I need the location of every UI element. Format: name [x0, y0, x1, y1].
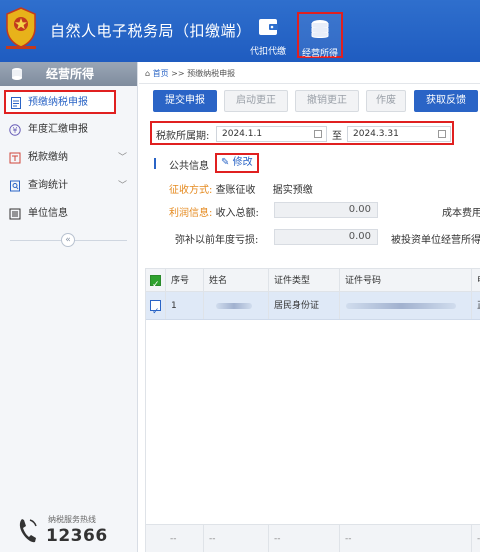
prior-loss-label: 弥补以前年度亏损:	[175, 235, 259, 246]
footer-cell: --	[477, 534, 480, 544]
table-header: 序号 姓名 证件类型 证件号码 申	[146, 268, 480, 292]
sidebar-item-query-stats[interactable]: 查询统计 ﹀	[0, 172, 137, 200]
yen-circle-icon: ¥	[9, 124, 21, 136]
cancel-correction-button[interactable]: 撤销更正	[295, 90, 359, 112]
footer-cell: --	[340, 525, 472, 552]
sidebar-item-unit-info[interactable]: 单位信息	[0, 200, 137, 228]
row-extra: 正	[472, 292, 480, 319]
submit-declaration-button[interactable]: 提交申报	[153, 90, 217, 112]
period-separator: 至	[332, 131, 342, 142]
sidebar-item-annual-declaration[interactable]: ¥ 年度汇缴申报	[0, 116, 137, 144]
app-title: 自然人电子税务局（扣缴端）	[50, 22, 252, 40]
hotline-label: 纳税服务热线	[48, 515, 96, 524]
row-id-number-redacted	[340, 292, 472, 319]
tax-icon	[9, 152, 21, 164]
document-icon	[11, 97, 21, 109]
start-correction-button[interactable]: 启动更正	[224, 90, 288, 112]
levy-method-value: 查账征收	[215, 185, 256, 196]
row-checkbox[interactable]	[150, 298, 161, 319]
period-start-date-field[interactable]: 2024.1.1	[216, 126, 327, 142]
tax-emblem-icon	[6, 7, 36, 49]
invested-unit-label: 被投资单位经营所得	[391, 235, 480, 246]
taxpayer-table: 序号 姓名 证件类型 证件号码 申 1 居民身份证 正 -- -- -- --	[145, 268, 480, 552]
prior-loss-field: 0.00	[274, 229, 378, 245]
profit-info-row: 利润信息: 收入总额:	[169, 204, 259, 219]
sidebar: 经营所得 预缴纳税申报 ¥ 年度汇缴申报 税款缴纳 ﹀ 查询统计 ﹀ 单位信息 …	[0, 62, 138, 552]
get-feedback-button[interactable]: 获取反馈	[414, 90, 478, 112]
business-income-button[interactable]: 经营所得	[297, 12, 343, 59]
main-content: ⌂ 首页 >> 预缴纳税申报 提交申报 启动更正 撤销更正 作废 获取反馈 税款…	[139, 62, 480, 552]
service-hotline: 纳税服务热线 12366	[16, 512, 136, 548]
void-button[interactable]: 作废	[366, 90, 406, 112]
sidebar-item-prepay-declaration[interactable]: 预缴纳税申报	[4, 90, 116, 114]
divider	[139, 83, 480, 84]
chevron-down-icon: ﹀	[117, 153, 127, 163]
edit-icon: ✎	[221, 157, 230, 168]
sidebar-item-tax-payment[interactable]: 税款缴纳 ﹀	[0, 144, 137, 172]
column-header-id-number: 证件号码	[340, 269, 472, 291]
column-header-id-type: 证件类型	[269, 269, 340, 291]
coins-icon	[12, 68, 22, 80]
calendar-icon[interactable]	[314, 130, 322, 138]
query-icon	[10, 180, 20, 192]
column-header-index: 序号	[166, 269, 204, 291]
prepay-method-value: 据实预缴	[272, 185, 313, 196]
app-header: 自然人电子税务局（扣缴端） 代扣代缴 经营所得	[0, 0, 480, 62]
svg-text:¥: ¥	[13, 126, 18, 135]
modify-button[interactable]: ✎ 修改	[215, 153, 259, 173]
row-select-cell	[146, 292, 166, 319]
redacted-blur	[216, 303, 252, 309]
hotline-number: 12366	[46, 526, 108, 546]
tax-period-row: 税款所属期: 2024.1.1 至 2024.3.31	[150, 121, 454, 145]
select-all-checkbox[interactable]	[150, 273, 161, 291]
withholding-button[interactable]: 代扣代缴	[245, 12, 291, 58]
breadcrumb: ⌂ 首页 >> 预缴纳税申报	[145, 68, 235, 79]
footer-cell: --	[204, 525, 269, 552]
wallet-icon	[259, 19, 278, 35]
row-id-type: 居民身份证	[269, 292, 340, 319]
select-all-cell	[146, 269, 166, 291]
sidebar-title: 经营所得	[0, 62, 137, 86]
redacted-blur	[346, 303, 456, 309]
column-header-name: 姓名	[204, 269, 269, 291]
tax-period-label: 税款所属期:	[156, 131, 210, 142]
chevron-down-icon: ﹀	[117, 181, 127, 191]
table-footer: -- -- -- -- --	[146, 524, 480, 552]
row-index: 1	[166, 292, 204, 319]
table-row[interactable]: 1 居民身份证 正	[146, 292, 480, 320]
levy-method-label: 征收方式:	[169, 185, 213, 196]
income-total-field: 0.00	[274, 202, 378, 218]
footer-cell: --	[146, 525, 204, 552]
income-total-label: 收入总额:	[215, 208, 259, 219]
public-info-title: 公共信息	[169, 161, 209, 172]
period-end-date-field[interactable]: 2024.3.31	[347, 126, 451, 142]
breadcrumb-separator: >>	[171, 69, 185, 78]
levy-method-row: 征收方式: 查账征收 据实预缴	[169, 181, 313, 196]
column-header-extra: 申	[472, 269, 480, 291]
phone-icon	[19, 519, 37, 543]
profit-info-label: 利润信息:	[169, 208, 213, 219]
section-marker	[154, 158, 156, 169]
list-icon	[9, 208, 21, 220]
row-name-redacted	[204, 292, 269, 319]
breadcrumb-current: 预缴纳税申报	[187, 69, 236, 78]
calendar-icon[interactable]	[438, 130, 446, 138]
home-icon: ⌂	[145, 69, 151, 78]
coins-icon	[311, 20, 329, 38]
breadcrumb-home[interactable]: 首页	[153, 69, 169, 78]
cost-label: 成本费用	[442, 208, 480, 219]
collapse-sidebar-button[interactable]: «	[61, 233, 75, 247]
sidebar-collapse-row: «	[0, 230, 137, 250]
footer-cell: --	[269, 525, 340, 552]
